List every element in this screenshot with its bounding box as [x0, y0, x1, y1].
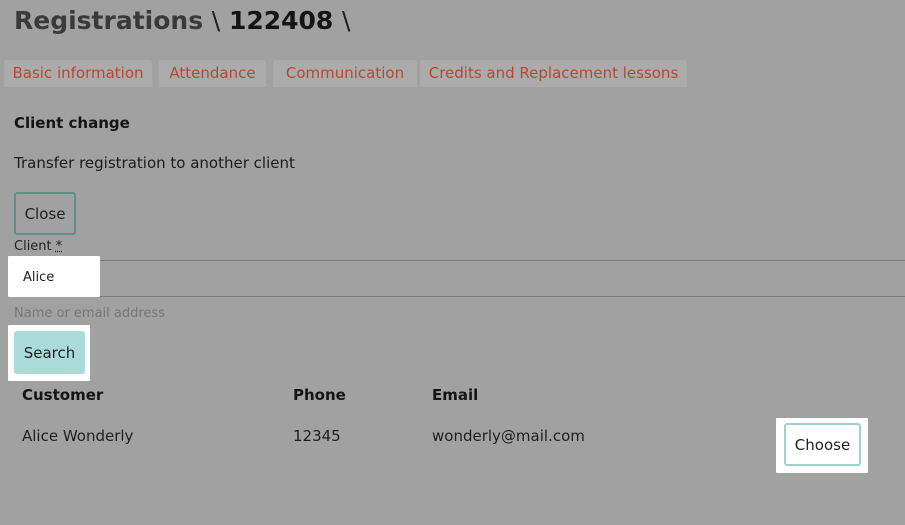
page-title: Registrations \ 122408 \ — [14, 6, 350, 35]
phone-cell: 12345 — [293, 427, 341, 445]
choose-button[interactable]: Choose — [784, 423, 861, 466]
client-field-label: Client * — [14, 239, 62, 254]
tab-credits-and-replacement-lessons[interactable]: Credits and Replacement lessons — [420, 60, 687, 87]
breadcrumb-separator: \ — [211, 6, 221, 35]
close-button[interactable]: Close — [14, 192, 76, 235]
breadcrumb-registrations[interactable]: Registrations — [14, 6, 203, 35]
column-header-email: Email — [432, 386, 479, 404]
required-mark: * — [55, 239, 63, 254]
tab-communication[interactable]: Communication — [273, 60, 417, 87]
email-cell: wonderly@mail.com — [432, 427, 585, 445]
registration-id: 122408 — [228, 6, 334, 35]
customer-name-cell: Alice Wonderly — [22, 427, 134, 445]
tab-basic-information[interactable]: Basic information — [4, 60, 152, 87]
client-change-description: Transfer registration to another client — [14, 154, 295, 172]
tab-attendance[interactable]: Attendance — [159, 60, 266, 87]
search-button[interactable]: Search — [14, 331, 85, 374]
breadcrumb-separator-trailing: \ — [342, 6, 351, 35]
client-label-text: Client — [14, 239, 52, 254]
field-top-border — [14, 260, 905, 261]
column-header-phone: Phone — [293, 386, 346, 404]
field-bottom-border — [14, 296, 905, 297]
client-change-title: Client change — [14, 114, 130, 132]
client-field-hint: Name or email address — [14, 306, 165, 321]
client-search-input[interactable] — [15, 261, 97, 294]
column-header-customer: Customer — [22, 386, 104, 404]
